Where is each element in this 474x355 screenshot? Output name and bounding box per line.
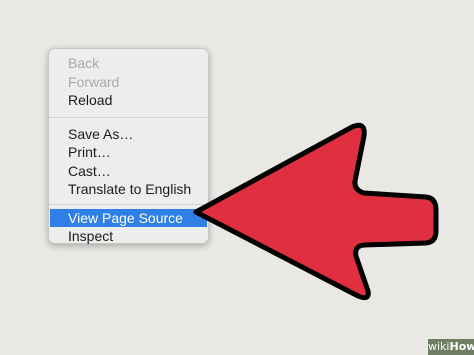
menu-item-reload[interactable]: Reload [49, 91, 208, 110]
menu-item-save-as[interactable]: Save As… [49, 125, 208, 144]
context-menu: Back Forward Reload Save As… Print… Cast… [48, 48, 209, 244]
watermark-prefix: wiki [428, 340, 450, 353]
menu-item-inspect[interactable]: Inspect [49, 227, 208, 246]
menu-item-print[interactable]: Print… [49, 143, 208, 162]
menu-item-cast[interactable]: Cast… [49, 162, 208, 181]
menu-item-translate[interactable]: Translate to English [49, 180, 208, 199]
menu-separator [49, 116, 208, 118]
menu-item-view-page-source[interactable]: View Page Source [50, 208, 207, 227]
watermark-suffix: How [449, 340, 474, 353]
menu-item-forward: Forward [68, 73, 120, 90]
wikihow-watermark: wikiHow [428, 339, 474, 355]
menu-item-back: Back [68, 55, 100, 71]
menu-separator [49, 203, 208, 205]
